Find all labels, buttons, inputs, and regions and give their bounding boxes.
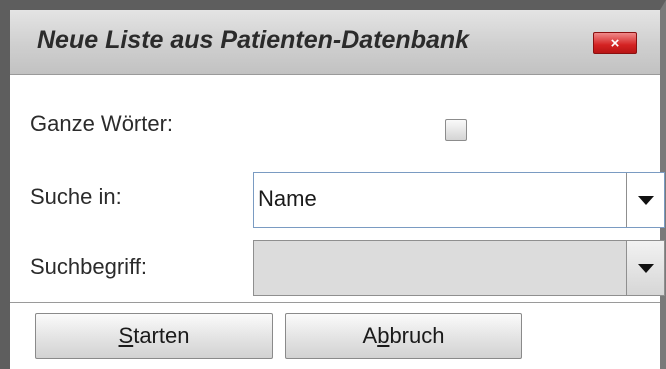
title-bar[interactable]: Neue Liste aus Patienten-Datenbank × — [10, 10, 660, 75]
search-term-combobox[interactable] — [253, 240, 665, 296]
cancel-label-pre: A — [362, 323, 378, 348]
start-mnemonic: S — [118, 323, 134, 348]
dialog-title: Neue Liste aus Patienten-Datenbank — [37, 26, 470, 54]
close-icon: × — [610, 34, 620, 52]
whole-words-label: Ganze Wörter: — [30, 111, 174, 136]
start-button[interactable]: Starten — [35, 313, 273, 359]
search-in-dropdown-button[interactable] — [626, 173, 664, 227]
close-button[interactable]: × — [593, 32, 637, 54]
search-in-combobox[interactable]: Name — [253, 172, 665, 228]
cancel-mnemonic: b — [377, 323, 390, 348]
cancel-label-rest: bruch — [389, 323, 445, 348]
chevron-down-icon — [637, 196, 654, 205]
cancel-button[interactable]: Ab bruch — [285, 313, 522, 359]
search-term-dropdown-button[interactable] — [626, 241, 664, 295]
whole-words-checkbox[interactable] — [445, 119, 467, 141]
chevron-down-icon — [637, 264, 654, 273]
search-in-label: Suche in: — [30, 184, 122, 209]
start-label-rest: tarten — [133, 323, 190, 348]
search-in-value: Name — [258, 186, 317, 211]
search-term-label: Suchbegriff: — [30, 254, 148, 279]
dialog-window: Neue Liste aus Patienten-Datenbank × Gan… — [0, 0, 666, 369]
